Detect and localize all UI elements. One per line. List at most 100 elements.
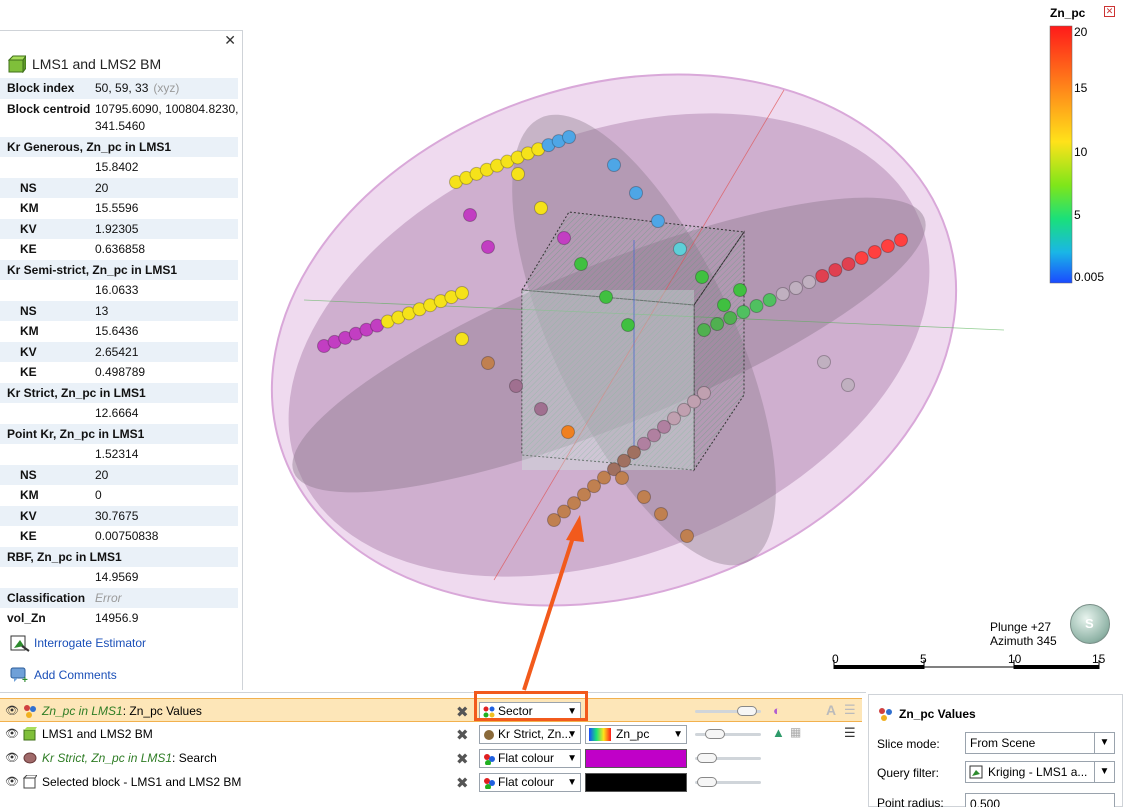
filter-icon[interactable]: ◐ [773,703,781,718]
info-value: 16.0633 [95,283,139,297]
grid-icon[interactable]: ▦ [790,725,801,739]
remove-layer-icon[interactable]: ✖ [456,726,469,744]
point-radius-input[interactable]: 0.500 [965,793,1115,807]
block-outline-icon [23,775,37,789]
sample-point [710,317,725,331]
eye-icon[interactable]: 👁 [5,751,19,764]
layer-row-block-model[interactable]: 👁 LMS1 and LMS2 BM ✖ Kr Strict, Zn... ▼ … [0,722,862,746]
info-label: Kr Semi-strict, Zn_pc in LMS1 [7,262,178,277]
orientation-readout: Plunge +27 Azimuth 345 [990,620,1057,648]
info-row: 16.0633 [0,280,238,301]
info-label: KE [20,365,37,379]
add-comments-link[interactable]: + Add Comments [10,666,117,684]
info-row: 1.52314 [0,444,238,465]
info-label: KM [20,324,39,338]
slice-mode-dropdown[interactable]: From Scene ▼ [965,732,1115,754]
info-value: 15.6436 [95,324,139,338]
info-label: KE [20,242,37,256]
3d-scene-viewport[interactable]: Zn_pc ✕ 20 15 10 5 0.005 Plunge +27 Azim… [244,0,1123,692]
sample-point [749,299,764,313]
compass-icon[interactable]: S [1070,604,1110,644]
sample-point [828,263,843,277]
plunge-text: Plunge +27 [990,620,1052,634]
attribute-dropdown[interactable]: Zn_pc ▼ [585,725,687,744]
sample-point [733,283,747,297]
add-comment-icon: + [10,667,28,684]
layer-row-search-ellipsoid[interactable]: 👁 Kr Strict, Zn_pc in LMS1: Search ✖ Fla… [0,746,862,770]
block-model-icon [23,727,37,741]
remove-layer-icon[interactable]: ✖ [456,703,469,721]
info-label: Classification [7,590,86,605]
layer-row-zn-pc-values[interactable]: 👁 Zn_pc in LMS1: Zn_pc Values ✖ Sector ▼… [0,698,862,722]
point-radius-label: Point radius: [877,796,944,807]
flat-colour-icon [484,778,495,789]
info-title-row: LMS1 and LMS2 BM [8,53,161,75]
scale-label: 10 [1008,652,1022,666]
opacity-slider[interactable] [695,706,765,716]
points-icon [879,708,892,721]
layer-name: Kr Strict, Zn_pc in LMS1: Search [42,751,217,765]
info-label: vol_Zn [7,611,46,625]
sample-point [762,293,777,307]
info-value: 30.7675 [95,508,139,523]
interrogate-estimator-link[interactable]: Interrogate Estimator [10,634,146,652]
sample-point [455,332,469,346]
info-label: Point Kr, Zn_pc in LMS1 [7,426,145,441]
azimuth-text: Azimuth 345 [990,634,1057,648]
scale-label: 0 [832,652,839,666]
colouring-dropdown[interactable]: Flat colour ▼ [479,749,581,768]
sample-point [775,287,790,301]
chevron-down-icon: ▼ [673,729,683,740]
legend-tick: 10 [1074,145,1088,159]
properties-list-icon[interactable]: ☰ [844,702,856,718]
svg-text:+: + [22,675,28,684]
sample-point [880,239,895,253]
properties-list-icon[interactable]: ☰ [844,725,856,741]
remove-layer-icon[interactable]: ✖ [456,750,469,768]
sample-point [607,158,621,172]
info-value: 15.8402 [95,160,139,174]
info-label: RBF, Zn_pc in LMS1 [7,549,122,564]
sample-point [854,251,869,265]
query-filter-dropdown[interactable]: Kriging - LMS1 a... ▼ [965,761,1115,783]
info-row: KE 0.00750838 [0,526,238,547]
info-value: 0.498789 [95,365,146,379]
sample-point [802,275,817,289]
eye-icon[interactable]: 👁 [5,704,19,717]
info-value: 14956.9 [95,611,139,625]
info-row: KE 0.636858 [0,239,238,260]
estimator-icon [10,635,30,652]
colour-swatch[interactable] [585,773,687,792]
info-row: Point Kr, Zn_pc in LMS1 [0,423,238,444]
colour-swatch[interactable] [585,749,687,768]
remove-layer-icon[interactable]: ✖ [456,774,469,792]
colouring-dropdown[interactable]: Kr Strict, Zn... ▼ [479,725,581,744]
eye-icon[interactable]: 👁 [5,775,19,788]
opacity-slider[interactable] [695,729,765,739]
colouring-dropdown[interactable]: Flat colour ▼ [479,773,581,792]
filter-icon[interactable]: ▲ [772,725,785,740]
legend-tick: 20 [1074,25,1088,39]
legend-title: Zn_pc [1050,6,1086,20]
close-icon[interactable]: ✕ [224,32,236,49]
scale-label: 15 [1092,652,1106,666]
scale-label: 5 [920,652,927,666]
interrogate-estimator-label[interactable]: Interrogate Estimator [34,636,146,650]
add-comments-label[interactable]: Add Comments [34,668,117,682]
opacity-slider[interactable] [695,753,765,763]
sample-point [723,311,738,325]
info-row: Kr Strict, Zn_pc in LMS1 [0,382,238,403]
opacity-slider[interactable] [695,777,765,787]
text-label-icon[interactable]: A [826,702,836,718]
legend-close-icon[interactable]: ✕ [1104,6,1115,17]
info-value: 1.92305 [95,221,139,236]
eye-icon[interactable]: 👁 [5,727,19,740]
sample-point [736,305,751,319]
layer-row-selected-block[interactable]: 👁 Selected block - LMS1 and LMS2 BM ✖ Fl… [0,770,862,794]
info-row: KM 15.6436 [0,321,238,342]
info-label: Kr Generous, Zn_pc in LMS1 [7,139,172,154]
info-row: 15.8402 [0,157,238,178]
sample-point [463,208,477,222]
sample-point [509,379,523,393]
sample-point [815,269,830,283]
